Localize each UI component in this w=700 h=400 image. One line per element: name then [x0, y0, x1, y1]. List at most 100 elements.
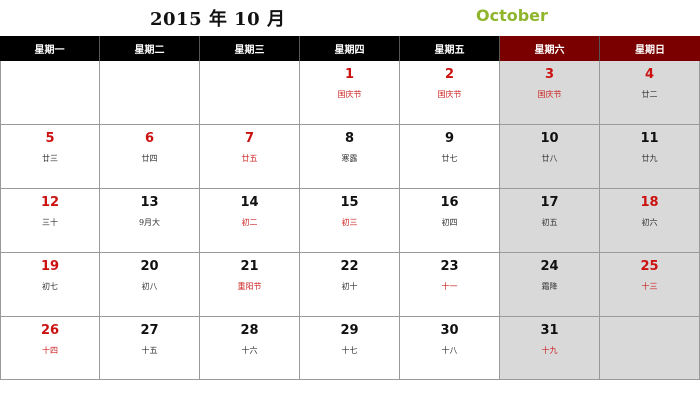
weekday-header-1: 星期一: [0, 36, 100, 61]
day-cell-4[interactable]: 4 廿二: [600, 61, 700, 125]
weekday-header-5: 星期五: [400, 36, 500, 61]
lunar-date-label: 9月大: [138, 218, 161, 227]
day-cell-20[interactable]: 20 初八: [100, 253, 200, 317]
lunar-date-label: 国庆节: [337, 90, 362, 99]
lunar-date-label: 廿九: [641, 154, 658, 163]
day-number: 30: [440, 323, 459, 338]
day-number: 25: [640, 259, 659, 274]
day-cell-21[interactable]: 21 重阳节: [200, 253, 300, 317]
day-cell-24[interactable]: 24 霜降: [500, 253, 600, 317]
day-number: 29: [340, 323, 359, 338]
day-cell-3[interactable]: 3 国庆节: [500, 61, 600, 125]
calendar-title-bar: 2015 年 10 月 October: [0, 0, 700, 36]
day-number: 10: [540, 131, 559, 146]
lunar-date-label: 十一: [441, 282, 458, 291]
lunar-date-label: 廿五: [241, 154, 258, 163]
day-number: 28: [240, 323, 259, 338]
day-number: 19: [40, 259, 60, 274]
day-number: 1: [344, 67, 355, 82]
month-title-chinese: 2015 年 10 月: [150, 9, 286, 30]
lunar-date-label: 寒露: [341, 154, 358, 163]
day-number: 4: [644, 67, 655, 82]
day-number: 11: [640, 131, 659, 146]
day-cell-25[interactable]: 25 十三: [600, 253, 700, 317]
empty-day-cell: [200, 61, 300, 125]
day-cell-26[interactable]: 26 十四: [0, 317, 100, 380]
calendar-grid-container: 星期一 星期二 星期三 星期四 星期五 星期六 星期日 1 国庆节 2 国庆节 3 国庆节 4 廿二 5 廿三…: [0, 36, 700, 400]
lunar-date-label: 初六: [641, 218, 658, 227]
day-number: 17: [540, 195, 559, 210]
weekday-header-row: 星期一 星期二 星期三 星期四 星期五 星期六 星期日: [0, 36, 700, 61]
weekday-header-6: 星期六: [500, 36, 600, 61]
weekday-header-7: 星期日: [600, 36, 700, 61]
day-cell-29[interactable]: 29 十七: [300, 317, 400, 380]
day-cell-15[interactable]: 15 初三: [300, 189, 400, 253]
day-number: 9: [444, 131, 455, 146]
day-cell-27[interactable]: 27 十五: [100, 317, 200, 380]
day-cell-14[interactable]: 14 初二: [200, 189, 300, 253]
day-number: 20: [140, 259, 159, 274]
lunar-date-label: 十八: [441, 346, 458, 355]
day-cell-17[interactable]: 17 初五: [500, 189, 600, 253]
lunar-date-label: 廿八: [541, 154, 558, 163]
day-cell-13[interactable]: 13 9月大: [100, 189, 200, 253]
day-number: 8: [344, 131, 355, 146]
lunar-date-label: 廿四: [141, 154, 158, 163]
day-cell-12[interactable]: 12 三十: [0, 189, 100, 253]
day-cell-1[interactable]: 1 国庆节: [300, 61, 400, 125]
day-number: 23: [440, 259, 459, 274]
day-number: 5: [45, 131, 55, 146]
day-cell-5[interactable]: 5 廿三: [0, 125, 100, 189]
day-cell-18[interactable]: 18 初六: [600, 189, 700, 253]
day-cell-8[interactable]: 8 寒露: [300, 125, 400, 189]
day-cell-10[interactable]: 10 廿八: [500, 125, 600, 189]
day-number: 22: [340, 259, 359, 274]
day-number: 6: [144, 131, 155, 146]
day-number: 13: [140, 195, 159, 210]
lunar-date-label: 霜降: [541, 282, 558, 291]
lunar-date-label: 初七: [42, 282, 58, 291]
day-cell-23[interactable]: 23 十一: [400, 253, 500, 317]
lunar-date-label: 十九: [541, 346, 558, 355]
day-cell-22[interactable]: 22 初十: [300, 253, 400, 317]
day-cell-30[interactable]: 30 十八: [400, 317, 500, 380]
day-cell-31[interactable]: 31 十九: [500, 317, 600, 380]
empty-day-cell: [0, 61, 100, 125]
day-number: 7: [244, 131, 255, 146]
month-title-english: October: [476, 6, 548, 25]
day-cell-16[interactable]: 16 初四: [400, 189, 500, 253]
lunar-date-label: 初八: [141, 282, 158, 291]
day-number: 12: [40, 195, 60, 210]
lunar-date-label: 十七: [341, 346, 358, 355]
lunar-date-label: 廿二: [641, 90, 658, 99]
day-cell-28[interactable]: 28 十六: [200, 317, 300, 380]
weekday-header-3: 星期三: [200, 36, 300, 61]
day-number: 31: [540, 323, 559, 338]
day-cell-2[interactable]: 2 国庆节: [400, 61, 500, 125]
lunar-date-label: 十三: [641, 282, 658, 291]
lunar-date-label: 初三: [341, 218, 358, 227]
lunar-date-label: 初四: [441, 218, 458, 227]
lunar-date-label: 重阳节: [237, 282, 262, 291]
day-number: 3: [544, 67, 555, 82]
day-cell-19[interactable]: 19 初七: [0, 253, 100, 317]
lunar-date-label: 十六: [241, 346, 258, 355]
day-number: 26: [40, 323, 60, 338]
day-number: 16: [440, 195, 459, 210]
lunar-date-label: 廿七: [441, 154, 458, 163]
lunar-date-label: 初五: [541, 218, 558, 227]
weekday-header-4: 星期四: [300, 36, 400, 61]
day-cell-6[interactable]: 6 廿四: [100, 125, 200, 189]
day-number: 15: [340, 195, 359, 210]
lunar-date-label: 初二: [241, 218, 258, 227]
weekday-header-2: 星期二: [100, 36, 200, 61]
lunar-date-label: 十五: [141, 346, 158, 355]
empty-day-cell: [100, 61, 200, 125]
day-cell-9[interactable]: 9 廿七: [400, 125, 500, 189]
day-cell-11[interactable]: 11 廿九: [600, 125, 700, 189]
lunar-date-label: 初十: [341, 282, 358, 291]
lunar-date-label: 廿三: [42, 154, 58, 163]
day-number: 2: [444, 67, 455, 82]
lunar-date-label: 十四: [42, 346, 58, 355]
day-cell-7[interactable]: 7 廿五: [200, 125, 300, 189]
